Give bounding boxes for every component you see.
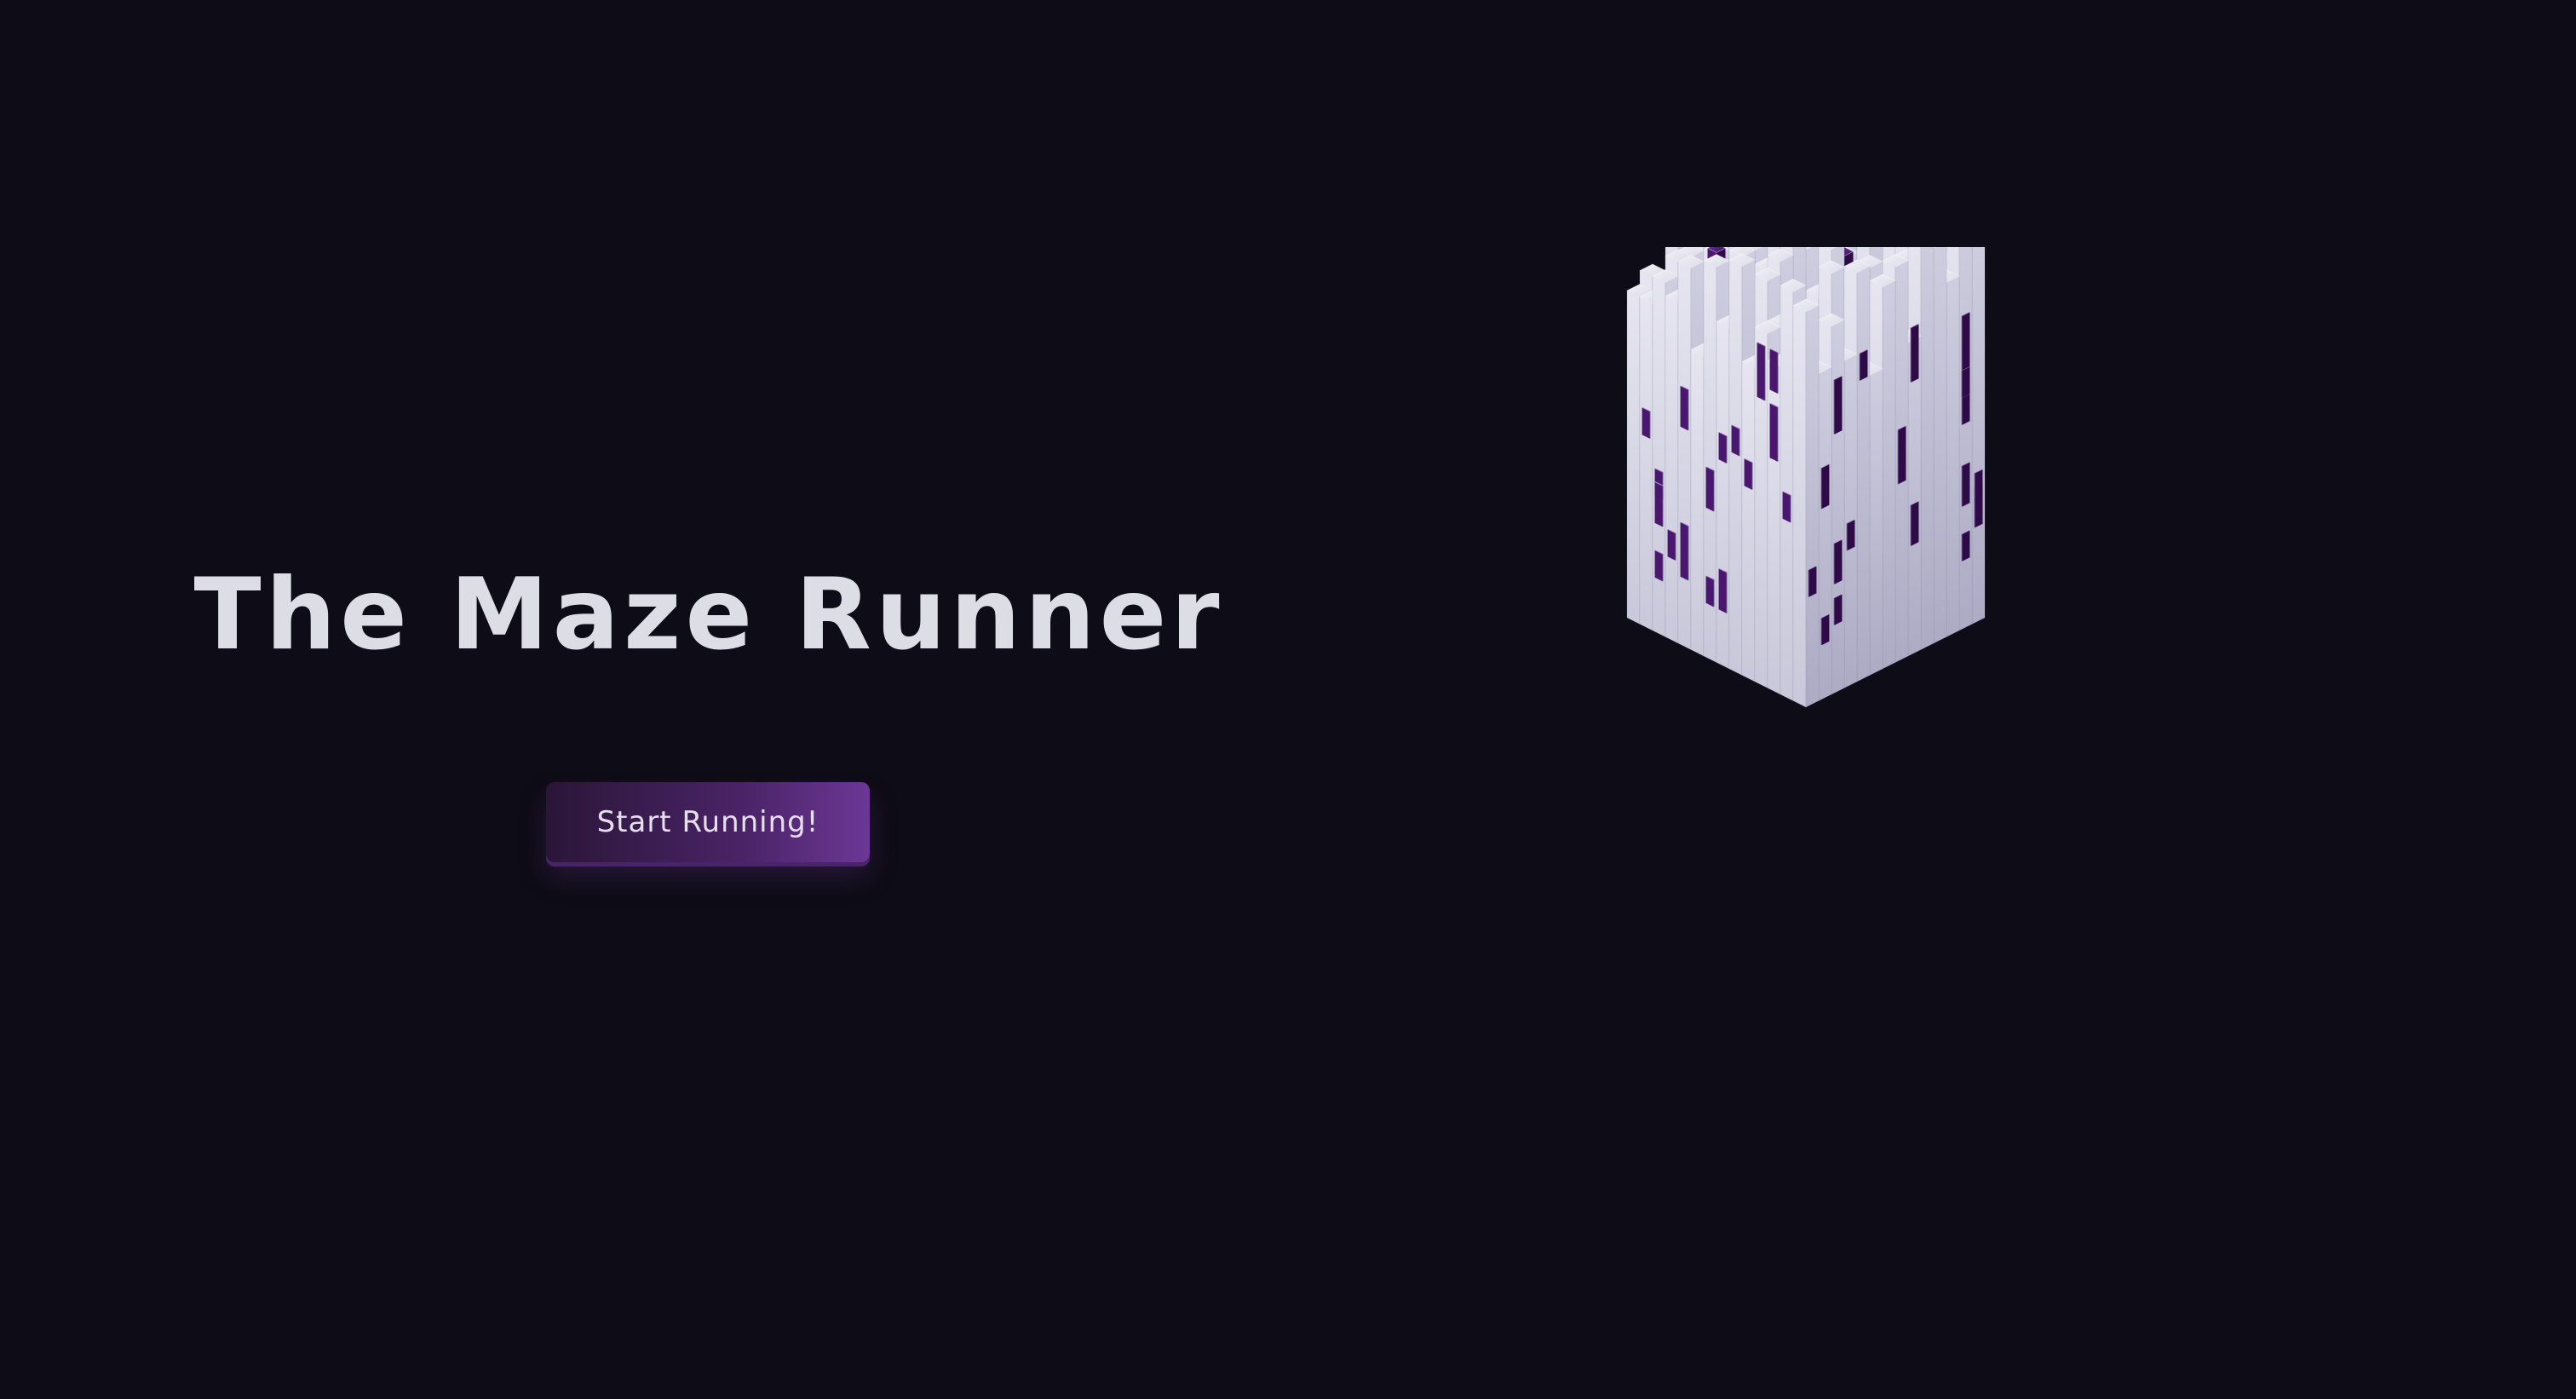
hero-section: The Maze Runner Start Running! xyxy=(0,0,1417,1399)
voxel-maze-cube-icon xyxy=(1626,247,1986,708)
start-running-button[interactable]: Start Running! xyxy=(546,782,870,862)
page-title: The Maze Runner xyxy=(193,557,1224,672)
